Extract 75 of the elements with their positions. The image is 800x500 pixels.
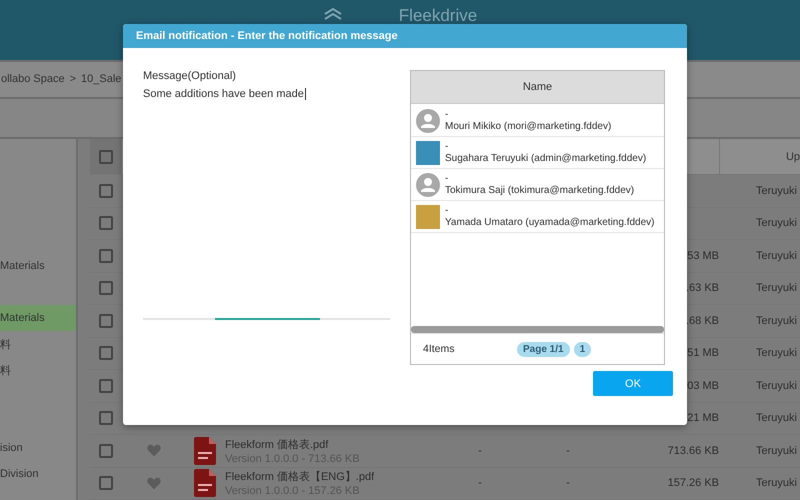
recipient-name: Mouri Mikiko (mori@marketing.fddev) xyxy=(445,120,612,132)
table-cell: - xyxy=(566,444,570,457)
row-checkbox[interactable] xyxy=(99,314,113,328)
column-header: Name xyxy=(411,71,664,104)
column-header[interactable]: Up xyxy=(766,150,800,162)
recipient-name: Yamada Umataro (uyamada@marketing.fddev) xyxy=(445,216,655,228)
updated-by: Teruyuki xyxy=(755,477,798,490)
updated-by: Teruyuki xyxy=(755,444,798,457)
row-checkbox[interactable] xyxy=(99,184,113,198)
photo-placeholder xyxy=(416,140,440,164)
page-indicator: Page 1/1 xyxy=(517,342,570,356)
table-cell: - xyxy=(478,477,482,490)
table-cell: - xyxy=(478,444,482,457)
updated-by: Teruyuki xyxy=(755,250,798,262)
recipient-row[interactable]: - Yamada Umataro (uyamada@marketing.fddev) xyxy=(411,201,664,233)
recipient-subtitle: - xyxy=(445,172,450,184)
updated-by: Teruyuki xyxy=(755,282,798,294)
row-checkbox[interactable] xyxy=(99,378,113,393)
photo-placeholder xyxy=(416,204,440,228)
user-avatar-icon xyxy=(416,172,440,196)
row-checkbox[interactable] xyxy=(99,411,113,426)
recipient-row[interactable]: - Tokimura Saji (tokimura@marketing.fddev) xyxy=(411,169,664,201)
file-size: 03 MB xyxy=(687,380,719,392)
select-all-checkbox[interactable] xyxy=(99,150,113,164)
file-size: 157.26 KB xyxy=(668,477,719,490)
scrollbar[interactable] xyxy=(411,326,664,333)
sidebar-item[interactable]: 料 xyxy=(0,357,76,383)
breadcrumb-link[interactable]: ollabo Space xyxy=(1,73,65,86)
recipient-name: Sugahara Teruyuki (admin@marketing.fddev) xyxy=(445,152,646,164)
recipient-subtitle: - xyxy=(445,140,450,152)
message-label: Message(Optional) xyxy=(143,70,237,82)
pdf-file-icon xyxy=(194,436,216,465)
ok-button[interactable]: OK xyxy=(593,371,673,396)
recipient-row[interactable]: - Sugahara Teruyuki (admin@marketing.fddev) xyxy=(411,137,664,169)
breadcrumb-separator: > xyxy=(70,73,76,86)
updated-by: Teruyuki xyxy=(755,412,798,424)
heart-icon[interactable] xyxy=(146,444,160,458)
table-cell: - xyxy=(566,477,570,490)
row-checkbox[interactable] xyxy=(99,248,113,263)
file-size: 51 MB xyxy=(687,347,719,360)
app-logo: Fleekdrive xyxy=(398,6,478,26)
updated-by: Teruyuki xyxy=(755,380,798,392)
recipient-row[interactable]: - Mouri Mikiko (mori@marketing.fddev) xyxy=(411,105,664,137)
file-size: 713.66 KB xyxy=(668,444,719,457)
item-count: 4Items xyxy=(423,343,456,355)
recipient-subtitle: - xyxy=(445,108,450,120)
sidebar-item[interactable]: Materials xyxy=(0,305,76,331)
page-button[interactable]: 1 xyxy=(574,342,592,356)
row-checkbox[interactable] xyxy=(99,476,113,490)
file-size: 53 MB xyxy=(687,250,719,262)
message-input[interactable]: Some additions have been made xyxy=(143,88,390,100)
sidebar-item[interactable]: ision xyxy=(0,435,76,461)
file-size: 21 MB xyxy=(687,412,719,424)
row-checkbox[interactable] xyxy=(99,346,113,360)
file-name[interactable]: Fleekform 価格表.pdf xyxy=(225,436,455,452)
updated-by: Teruyuki xyxy=(755,347,798,360)
file-name[interactable]: Fleekform 価格表【ENG】.pdf xyxy=(225,469,455,484)
user-avatar-icon xyxy=(416,108,440,132)
recipient-subtitle: - xyxy=(445,204,450,216)
row-checkbox[interactable] xyxy=(99,216,113,230)
updated-by: Teruyuki xyxy=(755,217,798,230)
heart-icon[interactable] xyxy=(146,476,160,490)
file-size: .63 KB xyxy=(686,282,719,294)
updated-by: Teruyuki xyxy=(755,314,798,327)
breadcrumb-link[interactable]: 10_Sale xyxy=(81,73,122,86)
sidebar-item[interactable]: Materials xyxy=(0,253,76,279)
file-size: .68 KB xyxy=(686,314,719,327)
sidebar-item[interactable]: 料 xyxy=(0,331,76,357)
dialog-title: Email notification - Enter the notification message xyxy=(123,24,687,48)
pdf-file-icon xyxy=(194,469,216,498)
row-checkbox[interactable] xyxy=(99,281,113,296)
recipient-name: Tokimura Saji (tokimura@marketing.fddev) xyxy=(445,184,634,196)
row-checkbox[interactable] xyxy=(99,444,113,458)
updated-by: Teruyuki xyxy=(755,184,798,197)
sidebar-item[interactable]: Division xyxy=(0,461,76,487)
